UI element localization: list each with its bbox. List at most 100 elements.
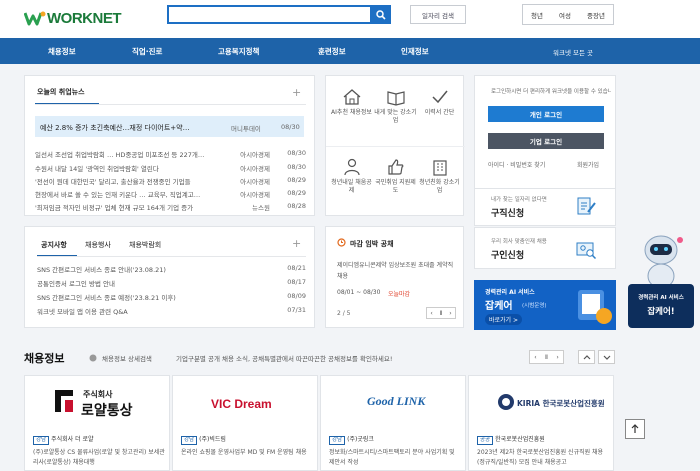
jobcare-robot-widget[interactable]: 경력관리 AI 서비스 잡케어!	[628, 232, 694, 328]
nav-training[interactable]: 훈련정보	[318, 46, 346, 57]
featured-news-title: 예산 2.8% 증가 초긴축예산…재정 다이어트+약…	[40, 124, 190, 132]
house-icon	[343, 89, 360, 105]
news-tab[interactable]: 오늘의 취업뉴스	[37, 87, 85, 97]
nav-all-menu[interactable]: 워크넷 모든 곳	[553, 47, 593, 57]
job-description: 2023년 제2차 한국로봇산업진흥원 신규직원 채용 (정규직/일반직) 모집…	[477, 449, 604, 466]
next-arrow-icon[interactable]: ›	[556, 354, 558, 361]
people-search-icon	[576, 242, 597, 260]
quick-youth-fund[interactable]: 청년내일 채움공제	[329, 158, 374, 195]
notice-item[interactable]: SNS 간편로그인 서비스 종료 안내('23.08.21) 08/21	[37, 264, 306, 274]
featured-news-date: 08/30	[281, 123, 300, 131]
notice-more-plus-icon[interactable]: +	[292, 237, 301, 250]
divider	[35, 104, 306, 105]
tab-recruit-events[interactable]: 채용행사	[85, 240, 111, 250]
prev-arrow-icon[interactable]: ‹	[430, 310, 432, 317]
quick-ai-recommend[interactable]: AI추천 채용정보	[329, 88, 374, 117]
nav-talent[interactable]: 인재정보	[401, 46, 429, 57]
nav-career[interactable]: 직업·진로	[132, 46, 162, 57]
chevron-down-icon	[603, 355, 610, 360]
expand-button[interactable]	[598, 350, 615, 364]
nav-recruit-info[interactable]: 채용정보	[48, 46, 76, 57]
robot-line1: 경력관리 AI 서비스	[638, 295, 684, 301]
news-item[interactable]: 현장에서 바로 쓸 수 있는 인재 키운다 … 교육부, 직업계고… 아시아경제 0…	[35, 189, 306, 199]
thumbs-up-icon	[387, 159, 403, 175]
robot-speech-box: 경력관리 AI 서비스 잡케어!	[628, 284, 694, 328]
book-icon	[386, 91, 405, 106]
recruit-detail-search-link[interactable]: 채용정보 상세검색	[102, 353, 152, 363]
deadline-pager: ‹ Ⅱ ›	[426, 307, 456, 319]
join-link[interactable]: 회원가입	[577, 160, 599, 169]
recruit-card[interactable]: KIRIA 한국로봇산업진흥원 공공 한국로봇산업진흥원 2023년 제2차 한국…	[468, 375, 614, 471]
tab-job-fairs[interactable]: 채용박람회	[129, 240, 161, 250]
check-pen-icon	[431, 90, 448, 104]
company-row: 강남 (주)빅드림	[181, 434, 226, 445]
job-search-button[interactable]: 일자리 검색	[410, 5, 466, 24]
news-item[interactable]: '전선이 뭔데 대한민국' 달리고, 출산율과 전쟁중인 기업들 아시아경제 08/…	[35, 176, 306, 186]
job-description: (주)로얄통상 CS 물류사업(로얄 및 창고관리) 보세관리사(로얄통상) 채…	[33, 449, 165, 466]
search-icon	[375, 9, 386, 20]
news-item[interactable]: 일선서 조선업 취업박람회 … HD중공업 미포조선 등 227개… 아시아경제 0…	[35, 149, 306, 159]
recruiter-promo[interactable]: 우리 회사 맞춤인재 채용 구인신청	[474, 227, 616, 269]
company-logo-text: VIC Dream	[211, 397, 272, 411]
quick-national-employment[interactable]: 국민취업 지원제도	[373, 158, 418, 195]
tab-notices[interactable]: 공지사항	[41, 240, 67, 250]
kiria-logo-icon	[498, 394, 514, 410]
corporate-login-button[interactable]: 기업 로그인	[488, 133, 604, 149]
quick-youth-friendly[interactable]: 청년친화 강소기업	[417, 158, 462, 195]
deadline-status: 오늘마감	[388, 291, 411, 298]
company-logo-mark-icon	[55, 390, 73, 412]
notice-item[interactable]: SNS 간편로그인 서비스 종료 예정('23.8.21 이후) 08/09	[37, 292, 306, 302]
promo-subtitle: 내가 찾는 일자리 없다면	[491, 197, 547, 203]
recruit-title: 채용정보	[24, 352, 65, 365]
company-row: 강남 주식회사 더 로얄	[33, 434, 94, 445]
quick-matching-company[interactable]: 내게 맞는 강소기업	[373, 88, 418, 125]
prev-arrow-icon[interactable]: ‹	[534, 354, 536, 361]
deadline-company[interactable]: 제이디엠유니콘제약 임상보조원 초대졸 계약직 채용	[337, 260, 457, 282]
recruit-pager: ‹ Ⅱ ›	[529, 350, 564, 364]
promo-subtitle: 우리 회사 맞춤인재 채용	[491, 239, 547, 245]
search-button[interactable]	[370, 5, 391, 24]
personal-login-button[interactable]: 개인 로그인	[488, 106, 604, 122]
news-item[interactable]: 수원서 내달 14일 '광역인 취업박람회' 열린다 아시아경제 08/30	[35, 163, 306, 173]
nav-welfare-policy[interactable]: 고용복지정책	[218, 46, 259, 57]
user-type-selector: 청년 여성 중장년	[522, 4, 614, 25]
recruit-card[interactable]: Good LINK 강남 (주)굿링크 정보화/스마트시티/스마트팩토리 분야 사…	[320, 375, 466, 471]
collapse-button[interactable]	[578, 350, 595, 364]
chevron-up-icon	[583, 354, 590, 359]
person-icon	[343, 158, 360, 176]
robot-line2: 잡케어!	[647, 307, 675, 317]
notice-item[interactable]: 공통인증서 로그인 방법 안내 08/17	[37, 278, 306, 288]
company-row: 공공 한국로봇산업진흥원	[477, 434, 545, 445]
recruit-card[interactable]: 주식회사 로얄통상 강남 주식회사 더 로얄 (주)로얄통상 CS 물류사업(로얄…	[24, 375, 170, 471]
notice-card: 공지사항 채용행사 채용박람회 + SNS 간편로그인 서비스 종료 안내('2…	[24, 226, 315, 328]
news-item[interactable]: '최저임금 적자인 비정규' 업체 현재 규모 164개 기업 증가 뉴스원 08/…	[35, 202, 306, 212]
job-seeker-promo[interactable]: 내가 찾는 일자리 없다면 구직신청	[474, 188, 616, 226]
notice-item[interactable]: 워크넷 모바일 앱 이용 관련 Q&A 07/31	[37, 306, 306, 316]
user-type-women[interactable]: 여성	[559, 10, 571, 20]
company-row: 강남 (주)굿링크	[329, 434, 374, 445]
banner-tag: (시범운영)	[522, 303, 547, 309]
worknet-logo[interactable]: WORKNET	[23, 8, 122, 28]
featured-news-source: 머니투데이	[231, 125, 261, 133]
main-navigation: 채용정보 직업·진로 고용복지정책 훈련정보 인재정보 워크넷 모든 곳	[0, 38, 700, 64]
jobcare-banner[interactable]: 경력관리 AI 서비스 잡케어 (시범운영) 바로가기 >	[474, 280, 616, 330]
featured-news[interactable]: 예산 2.8% 증가 초긴축예산…재정 다이어트+약… 머니투데이 08/30	[35, 116, 304, 137]
recruit-card[interactable]: VIC Dream 강남 (주)빅드림 온라인 쇼핑몰 운영사업부 MD 및 FM…	[172, 375, 318, 471]
search-input[interactable]	[167, 5, 372, 24]
user-type-youth[interactable]: 청년	[531, 10, 543, 20]
news-more-plus-icon[interactable]: +	[292, 86, 301, 99]
pause-icon[interactable]: Ⅱ	[440, 310, 443, 317]
news-card: 오늘의 취업뉴스 + 예산 2.8% 증가 초긴축예산…재정 다이어트+약… 머…	[24, 75, 315, 216]
worknet-logo-icon	[23, 10, 46, 26]
user-type-middle-aged[interactable]: 중장년	[587, 10, 605, 20]
find-id-password-link[interactable]: 아이디 · 비밀번호 찾기	[488, 160, 545, 169]
quick-resume[interactable]: 이력서 간단	[417, 88, 462, 117]
deadline-page: 2 / 5	[337, 310, 351, 317]
pause-icon[interactable]: Ⅱ	[545, 354, 548, 361]
device-illustration-icon	[578, 290, 612, 324]
login-notice: 로그인하시면 더 편리하게 워크넷을 이용할 수 있습니다.	[491, 89, 611, 95]
next-arrow-icon[interactable]: ›	[449, 310, 451, 317]
scroll-top-button[interactable]	[625, 419, 645, 439]
banner-go-button[interactable]: 바로가기 >	[485, 314, 523, 325]
deadline-card: 마감 임박 공채 제이디엠유니콘제약 임상보조원 초대졸 계약직 채용 08/0…	[325, 226, 464, 328]
